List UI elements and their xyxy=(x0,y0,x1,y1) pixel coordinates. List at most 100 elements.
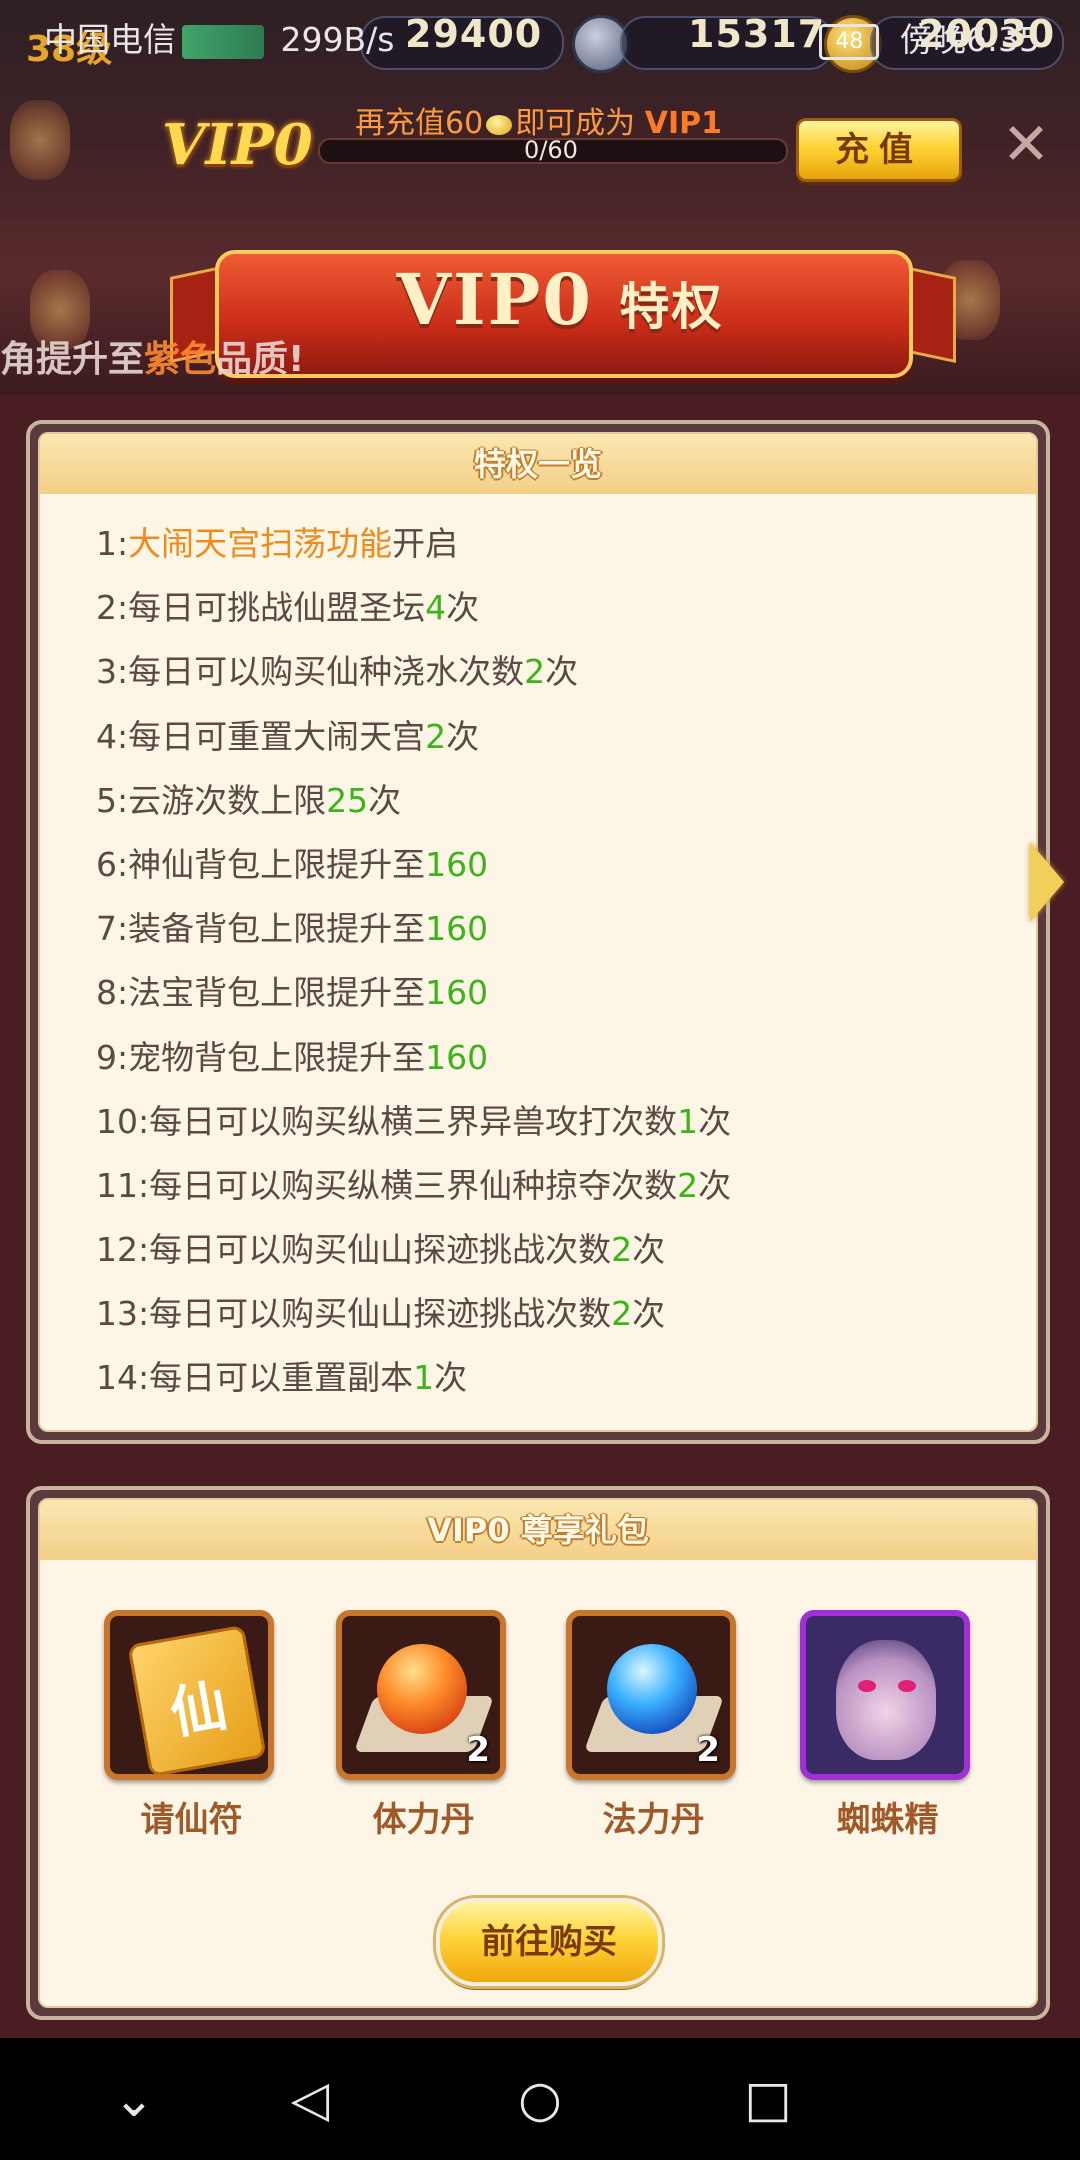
carrier-name: 中国电信 xyxy=(44,20,176,59)
privilege-item: 9:宠物背包上限提升至160 xyxy=(96,1026,1006,1090)
privilege-value: 160 xyxy=(425,909,489,949)
vip-level-label: VIP0 xyxy=(162,112,313,178)
privilege-item: 8:法宝背包上限提升至160 xyxy=(96,961,1006,1025)
privilege-value: 160 xyxy=(425,973,489,1013)
spider-spirit-portrait xyxy=(800,1610,970,1780)
privilege-value: 25 xyxy=(326,780,369,820)
privilege-text: 7:装备背包上限提升至 xyxy=(96,909,426,949)
privilege-value: 2 xyxy=(425,716,447,756)
battery-icon: 48 xyxy=(819,23,880,60)
privilege-item: 1:大闹天宫扫荡功能开启 xyxy=(96,512,1006,576)
privilege-text: 6:神仙背包上限提升至 xyxy=(96,844,426,884)
go-buy-button[interactable]: 前往购买 xyxy=(436,1898,662,1986)
privilege-text: 8:法宝背包上限提升至 xyxy=(96,973,426,1013)
privilege-value: 160 xyxy=(425,844,489,884)
mana-pill-icon: 2 xyxy=(566,1610,736,1780)
privilege-item: 13:每日可以购买仙山探迹挑战次数2次 xyxy=(96,1282,1006,1346)
privilege-value: 160 xyxy=(425,1037,489,1077)
close-icon[interactable]: ✕ xyxy=(994,112,1058,176)
privilege-text: 10:每日可以购买纵横三界异兽攻打次数 xyxy=(96,1101,678,1141)
privilege-highlight: 大闹天宫扫荡功能 xyxy=(128,524,393,563)
gift-item-name: 体力丹 xyxy=(372,1800,475,1840)
gift-item[interactable]: 蜘蛛精 xyxy=(800,1610,975,1841)
privilege-item: 10:每日可以购买纵横三界异兽攻打次数1次 xyxy=(96,1090,1006,1154)
privilege-text: 2:每日可挑战仙盟圣坛 xyxy=(96,588,426,628)
gift-pack-panel-inner: VIP0 尊享礼包 仙 请仙符 2 体力丹 2 法力丹 蜘蛛精 前往购买 xyxy=(38,1498,1038,2008)
notice-suffix: 品质! xyxy=(216,339,305,380)
privilege-panel: 特权一览 1:大闹天宫扫荡功能开启 2:每日可挑战仙盟圣坛4次 3:每日可以购买仙种… xyxy=(26,420,1050,1444)
system-nav-bar: ⌄ ◁ ○ □ xyxy=(0,2038,1080,2160)
privilege-text: 9:宠物背包上限提升至 xyxy=(96,1037,426,1077)
privilege-value: 2 xyxy=(677,1165,699,1205)
privilege-value: 2 xyxy=(524,652,546,692)
clock: 傍晚6:35 xyxy=(899,20,1040,59)
next-page-arrow-icon[interactable] xyxy=(1030,842,1064,922)
privilege-item: 11:每日可以购买纵横三界仙种掠夺次数2次 xyxy=(96,1154,1006,1218)
talisman-glyph: 仙 xyxy=(165,1672,232,1748)
privilege-value: 2 xyxy=(611,1230,633,1270)
privilege-item: 14:每日可以重置副本1次 xyxy=(96,1346,1006,1410)
ribbon-title-suffix: 特权 xyxy=(619,278,724,336)
privilege-suffix: 次 xyxy=(698,1165,732,1205)
scrolling-notice: 角提升至紫色品质! xyxy=(0,330,304,382)
gift-item[interactable]: 2 法力丹 xyxy=(566,1610,741,1841)
signal-icon xyxy=(182,24,264,59)
privilege-suffix: 开启 xyxy=(392,524,459,563)
privilege-suffix: 次 xyxy=(446,588,480,628)
gift-item[interactable]: 仙 请仙符 xyxy=(104,1610,279,1841)
vip-header-scene: 38级 29400 15317 20030 中国电信 299B/s 48 傍晚6… xyxy=(0,0,1080,395)
privilege-text: 3:每日可以购买仙种浇水次数 xyxy=(96,652,525,692)
lantern-decoration xyxy=(10,100,70,180)
immortal-talisman-icon: 仙 xyxy=(104,1610,274,1780)
privilege-value: 4 xyxy=(425,588,447,628)
privilege-item: 12:每日可以购买仙山探迹挑战次数2次 xyxy=(96,1218,1006,1282)
privilege-item: 7:装备背包上限提升至160 xyxy=(96,897,1006,961)
recharge-button[interactable]: 充值 xyxy=(796,118,962,182)
gift-pack-panel: VIP0 尊享礼包 仙 请仙符 2 体力丹 2 法力丹 蜘蛛精 前往购买 xyxy=(26,1486,1050,2020)
privilege-text: 14:每日可以重置副本 xyxy=(96,1358,414,1398)
privilege-text: 12:每日可以购买仙山探迹挑战次数 xyxy=(96,1230,612,1270)
notice-text: 角提升至 xyxy=(0,339,145,380)
collapse-icon[interactable]: ⌄ xyxy=(74,2038,194,2160)
privilege-panel-inner[interactable]: 特权一览 1:大闹天宫扫荡功能开启 2:每日可挑战仙盟圣坛4次 3:每日可以购买仙种… xyxy=(38,432,1038,1432)
privilege-value: 1 xyxy=(677,1101,699,1141)
gift-item-name: 请仙符 xyxy=(140,1800,243,1840)
privilege-item: 4:每日可重置大闹天宫2次 xyxy=(96,705,1006,769)
privilege-text: 5:云游次数上限 xyxy=(96,780,327,820)
privilege-value: 1 xyxy=(413,1358,435,1398)
stamina-pill-icon: 2 xyxy=(336,1610,506,1780)
privilege-item: 6:神仙背包上限提升至160 xyxy=(96,833,1006,897)
privilege-panel-title: 特权一览 xyxy=(40,434,1036,494)
recent-apps-icon[interactable]: □ xyxy=(708,2038,828,2160)
privilege-suffix: 次 xyxy=(632,1230,666,1270)
status-bar: 中国电信 299B/s 48 傍晚6:35 xyxy=(0,0,1080,80)
gift-item-count: 2 xyxy=(466,1730,490,1770)
back-icon[interactable]: ◁ xyxy=(250,2038,370,2160)
privilege-suffix: 次 xyxy=(446,716,480,756)
gift-pack-title: VIP0 尊享礼包 xyxy=(40,1500,1036,1560)
gift-item-count: 2 xyxy=(696,1730,720,1770)
gift-item-name: 法力丹 xyxy=(602,1800,705,1840)
privilege-suffix: 次 xyxy=(434,1358,468,1398)
privilege-item: 3:每日可以购买仙种浇水次数2次 xyxy=(96,640,1006,704)
network-speed: 299B/s xyxy=(280,20,395,59)
ribbon-title-vip: VIP0 xyxy=(396,258,594,341)
gift-item-name: 蜘蛛精 xyxy=(836,1800,939,1840)
privilege-text: 4:每日可重置大闹天宫 xyxy=(96,716,426,756)
gift-item[interactable]: 2 体力丹 xyxy=(336,1610,511,1841)
privilege-item: 5:云游次数上限25次 xyxy=(96,769,1006,833)
privilege-suffix: 次 xyxy=(698,1101,732,1141)
privilege-value: 2 xyxy=(611,1294,633,1334)
privilege-item: 2:每日可挑战仙盟圣坛4次 xyxy=(96,576,1006,640)
privilege-list: 1:大闹天宫扫荡功能开启 2:每日可挑战仙盟圣坛4次 3:每日可以购买仙种浇水次数2… xyxy=(96,512,1006,1411)
privilege-text: 13:每日可以购买仙山探迹挑战次数 xyxy=(96,1294,612,1334)
ribbon-title: VIP0 特权 xyxy=(215,258,905,341)
gold-ingot-icon xyxy=(486,114,513,135)
privilege-text: 1: xyxy=(96,524,129,563)
privilege-suffix: 次 xyxy=(545,652,579,692)
vip-progress-text: 0/60 xyxy=(524,136,578,164)
privilege-text: 11:每日可以购买纵横三界仙种掠夺次数 xyxy=(96,1165,678,1205)
home-icon[interactable]: ○ xyxy=(480,2038,600,2160)
notice-highlight: 紫色 xyxy=(144,339,217,380)
privilege-suffix: 次 xyxy=(368,780,402,820)
